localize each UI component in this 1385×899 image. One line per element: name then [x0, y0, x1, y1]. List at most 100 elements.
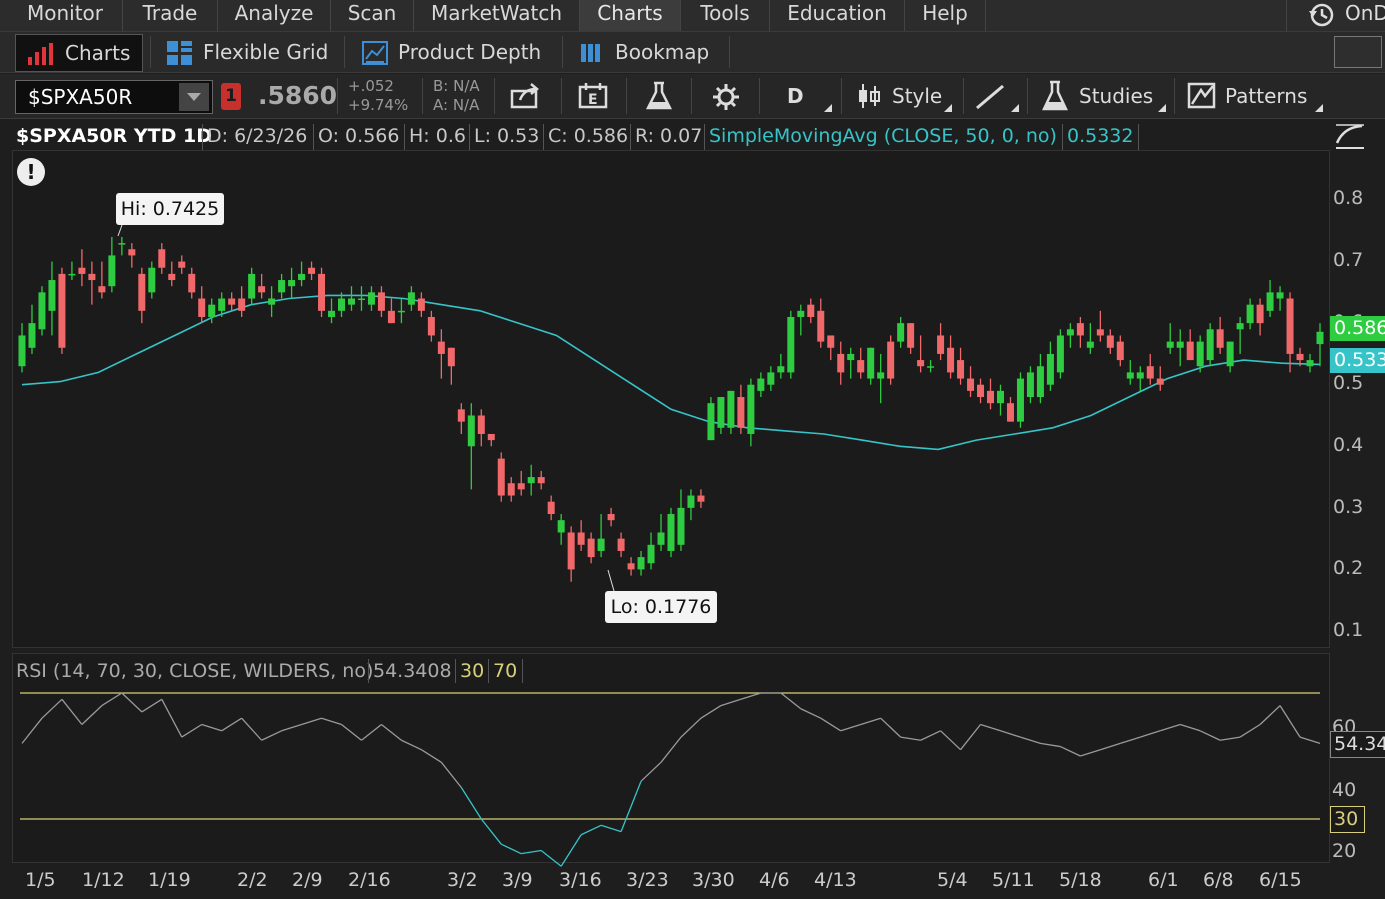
rsi-line-segment — [121, 692, 143, 713]
candle-body — [1106, 335, 1114, 348]
rsi-line-segment — [1060, 745, 1081, 757]
x-tick-label: 3/9 — [502, 869, 533, 891]
candle-body — [547, 501, 555, 515]
rsi-line-segment — [680, 717, 702, 738]
candle-body — [377, 292, 385, 311]
candle-body — [38, 292, 46, 330]
candle-body — [248, 273, 256, 299]
candle-body — [467, 415, 475, 447]
x-tick-label: 4/6 — [759, 869, 790, 891]
rsi-divider — [522, 659, 523, 683]
candle-body — [328, 310, 336, 317]
candle-body — [977, 384, 985, 398]
candle-body — [727, 390, 735, 428]
candle-body — [947, 347, 955, 373]
rsi-line-segment — [1020, 736, 1041, 745]
candle-body — [1276, 292, 1284, 299]
rsi-line-segment — [261, 730, 282, 741]
rsi-divider — [455, 659, 456, 683]
y-tick-label: 0.5 — [1333, 372, 1364, 394]
candle-body — [1206, 329, 1214, 361]
candle-body — [357, 298, 365, 301]
x-tick-label: 2/9 — [292, 869, 323, 891]
x-tick-label: 3/30 — [692, 869, 735, 891]
candle-body — [198, 298, 206, 317]
candle-body — [1316, 331, 1324, 345]
candle-body — [787, 316, 795, 373]
y-tick-label: 0.4 — [1333, 434, 1364, 456]
rsi-line-segment — [980, 723, 1001, 732]
candle-body — [987, 390, 995, 404]
rsi-line-segment — [880, 717, 902, 738]
candle-body — [647, 544, 655, 564]
candle-body — [48, 280, 56, 311]
candle-body — [338, 298, 346, 311]
candle-body — [1016, 378, 1024, 422]
rsi-line-segment — [21, 717, 43, 744]
candle-body — [957, 360, 965, 379]
candle-body — [158, 249, 166, 268]
rsi-line-segment — [480, 818, 502, 845]
rsi-line-segment — [141, 698, 163, 713]
candle-body — [1006, 403, 1014, 422]
rsi-line-segment — [820, 717, 842, 732]
candle-body — [128, 249, 136, 256]
candle-body — [577, 532, 585, 545]
candle-body — [497, 458, 505, 496]
candle-body — [1136, 372, 1144, 379]
rsi-line-segment — [740, 692, 762, 700]
rsi-line-segment — [1000, 730, 1021, 738]
candle-body — [298, 273, 306, 281]
rsi-line-segment — [1180, 723, 1201, 732]
candle-body — [1126, 372, 1134, 379]
candle-body — [1146, 366, 1154, 379]
x-tick-label: 2/2 — [237, 869, 268, 891]
candle-body — [617, 538, 625, 551]
rsi-study-label[interactable]: RSI (14, 70, 30, CLOSE, WILDERS, no) — [16, 657, 373, 685]
candle-body — [1266, 292, 1274, 311]
candle-body — [657, 532, 665, 545]
candle-body — [867, 347, 875, 379]
rsi-line-segment — [281, 723, 302, 732]
candle-body — [367, 292, 375, 305]
candle-body — [1086, 341, 1094, 348]
candle-body — [1046, 353, 1054, 385]
rsi-line-segment — [181, 723, 203, 738]
rsi-line-segment — [440, 761, 462, 788]
candle-body — [168, 273, 176, 281]
y-tick-label: 0.2 — [1333, 557, 1364, 579]
rsi-line-segment — [660, 736, 682, 763]
candle-body — [1256, 304, 1264, 324]
y-tick-label: 0.3 — [1333, 496, 1364, 518]
candle-body — [487, 433, 495, 441]
candle-body — [847, 353, 855, 361]
rsi-line-segment — [600, 824, 622, 833]
rsi-line-segment — [1080, 749, 1101, 757]
candle-body — [427, 316, 435, 336]
rsi-line-segment — [1279, 705, 1301, 738]
candle-body — [587, 538, 595, 558]
price-chart — [18, 224, 1324, 867]
candle-body — [537, 477, 545, 484]
candle-body — [877, 372, 885, 379]
rsi-line-segment — [1100, 742, 1121, 751]
x-tick-label: 3/2 — [447, 869, 478, 891]
candle-body — [108, 255, 116, 287]
rsi-divider — [368, 659, 369, 683]
x-tick-label: 1/19 — [148, 869, 191, 891]
candle-body — [637, 557, 645, 570]
rsi-line-segment — [101, 692, 123, 707]
candle-body — [218, 298, 226, 311]
candle-body — [228, 298, 236, 305]
candle-body — [288, 280, 296, 287]
candle-body — [1226, 341, 1234, 367]
y-tick-label: 0.7 — [1333, 249, 1364, 271]
y-tick-label: 0.8 — [1333, 187, 1364, 209]
x-tick-label: 5/4 — [937, 869, 968, 891]
candle-body — [607, 514, 615, 521]
rsi-line-segment — [840, 723, 861, 732]
x-tick-label: 5/11 — [992, 869, 1035, 891]
hi-pointer — [117, 224, 123, 237]
candle-body — [1306, 360, 1314, 367]
candle-body — [857, 360, 865, 373]
